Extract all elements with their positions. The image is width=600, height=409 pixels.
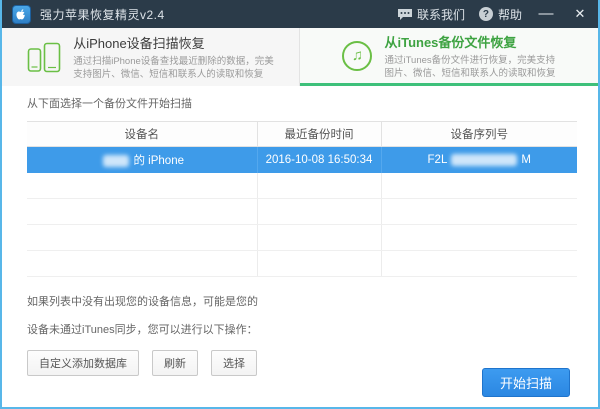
refresh-button[interactable]: 刷新 [152, 350, 198, 376]
empty-cell [381, 224, 577, 251]
empty-table-row [27, 172, 577, 199]
select-backup-hint: 从下面选择一个备份文件开始扫描 [27, 98, 192, 110]
app-logo-icon [12, 4, 31, 24]
help-button[interactable]: ? 帮助 [478, 6, 522, 23]
empty-table-row [27, 224, 577, 251]
empty-table-row [27, 250, 577, 277]
serial-suffix: M [521, 153, 531, 166]
help-label: 帮助 [497, 7, 522, 22]
tab-itunes-subtitle-2: 图片、微信、短信和联系人的读取和恢复 [384, 67, 556, 79]
window-title: 强力苹果恢复精灵v2.4 [40, 7, 165, 22]
tab-bar: 从iPhone设备扫描恢复 通过扫描iPhone设备查找最近删除的数据，完美 支… [2, 28, 598, 86]
tab-iphone-scan[interactable]: 从iPhone设备扫描恢复 通过扫描iPhone设备查找最近删除的数据，完美 支… [2, 28, 300, 86]
notice-line-2: 设备未通过iTunes同步，您可以进行以下操作： [27, 324, 258, 336]
itunes-music-icon: ♫ [342, 40, 373, 71]
add-database-button[interactable]: 自定义添加数据库 [27, 350, 139, 376]
start-scan-button[interactable]: 开始扫描 [482, 368, 570, 397]
device-name-text: 的 iPhone [133, 154, 184, 167]
titlebar-actions: 联系我们 ? 帮助 — ✕ [397, 0, 590, 28]
empty-cell [381, 250, 577, 277]
column-device-name: 设备名 [27, 121, 258, 147]
apple-icon [16, 8, 25, 19]
chat-bubble-icon [397, 8, 412, 20]
iphone-devices-icon [27, 42, 61, 73]
cell-backup-time: 2016-10-08 16:50:34 [257, 146, 382, 173]
empty-cell [27, 250, 258, 277]
empty-cell [381, 172, 577, 199]
tab-iphone-title: 从iPhone设备扫描恢复 [73, 36, 205, 51]
cell-device-name: 的 iPhone [27, 146, 258, 173]
tab-itunes-title: 从iTunes备份文件恢复 [384, 34, 517, 50]
empty-table-row [27, 198, 577, 225]
tab-iphone-text: 从iPhone设备扫描恢复 通过扫描iPhone设备查找最近删除的数据，完美 支… [73, 33, 274, 81]
titlebar: 强力苹果恢复精灵v2.4 联系我们 ? 帮助 — ✕ [2, 0, 598, 28]
column-backup-time: 最近备份时间 [257, 121, 382, 147]
empty-cell [27, 172, 258, 199]
main-content: 从下面选择一个备份文件开始扫描 设备名 最近备份时间 设备序列号 的 iPhon… [2, 86, 598, 376]
redacted-serial [451, 153, 518, 166]
empty-cell [27, 198, 258, 225]
cell-serial: F2L M [381, 146, 577, 173]
contact-us-label: 联系我们 [416, 7, 465, 22]
app-window: 强力苹果恢复精灵v2.4 联系我们 ? 帮助 — ✕ 从iPhone设备扫描恢复… [0, 0, 600, 409]
tab-itunes-subtitle-1: 通过iTunes备份文件进行恢复，完美支持 [384, 54, 556, 66]
tab-itunes-text: 从iTunes备份文件恢复 通过iTunes备份文件进行恢复，完美支持 图片、微… [384, 32, 555, 80]
minimize-button[interactable]: — [536, 0, 556, 28]
tab-iphone-subtitle-1: 通过扫描iPhone设备查找最近删除的数据，完美 [73, 56, 274, 67]
empty-cell [27, 224, 258, 251]
tab-iphone-subtitle-2: 支持图片、微信、短信和联系人的读取和恢复 [73, 69, 264, 80]
help-icon: ? [478, 7, 493, 21]
empty-cell [257, 172, 382, 199]
empty-cell [257, 198, 382, 225]
empty-cell [257, 250, 382, 277]
backup-table: 设备名 最近备份时间 设备序列号 的 iPhone 2016-10-08 16:… [27, 121, 577, 277]
tab-itunes-restore[interactable]: ♫ 从iTunes备份文件恢复 通过iTunes备份文件进行恢复，完美支持 图片… [300, 28, 598, 86]
serial-prefix: F2L [427, 153, 448, 166]
empty-cell [381, 198, 577, 225]
table-header-row: 设备名 最近备份时间 设备序列号 [27, 121, 577, 147]
redacted-device-name [103, 154, 130, 167]
close-button[interactable]: ✕ [570, 0, 590, 28]
notice-line-1: 如果列表中没有出现您的设备信息，可能是您的 [27, 296, 258, 308]
backup-row-selected[interactable]: 的 iPhone 2016-10-08 16:50:34 F2L M [27, 146, 577, 173]
contact-us-button[interactable]: 联系我们 [397, 6, 465, 23]
choose-button[interactable]: 选择 [211, 350, 257, 376]
empty-cell [257, 224, 382, 251]
column-serial: 设备序列号 [381, 121, 577, 147]
